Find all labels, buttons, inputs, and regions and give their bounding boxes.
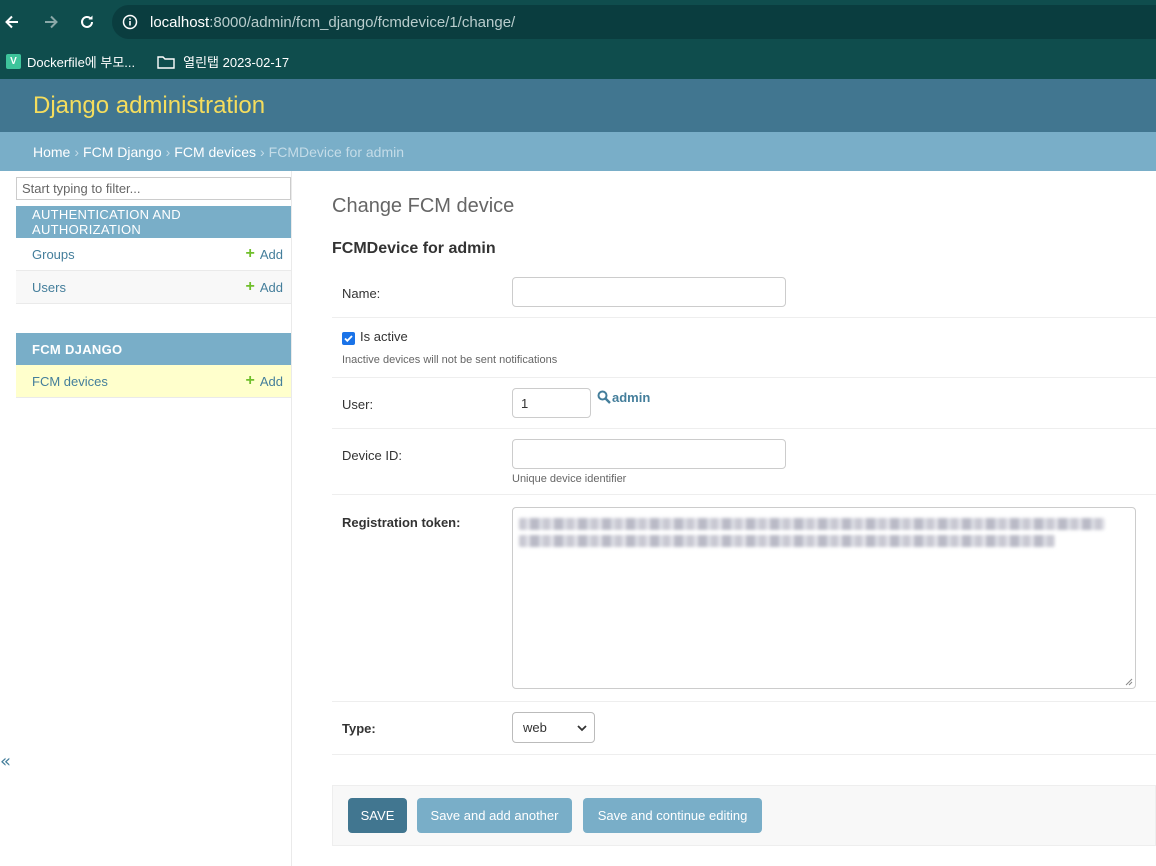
is-active-label[interactable]: Is active bbox=[360, 329, 408, 344]
breadcrumb: Home › FCM Django › FCM devices › FCMDev… bbox=[0, 132, 1156, 171]
name-label: Name: bbox=[342, 286, 381, 301]
bookmark-label: Dockerfile에 부모... bbox=[27, 55, 136, 70]
reload-button[interactable] bbox=[69, 4, 105, 40]
model-link-users[interactable]: Users bbox=[32, 280, 66, 295]
user-id-field[interactable] bbox=[512, 388, 591, 418]
add-users-button[interactable]: + Add bbox=[246, 279, 283, 295]
module-fcm-django: FCM DJANGO FCM devices + Add bbox=[16, 333, 291, 398]
arrow-right-icon bbox=[45, 15, 58, 29]
v-site-icon: V bbox=[6, 54, 21, 69]
arrow-left-icon bbox=[5, 15, 18, 29]
module-auth: AUTHENTICATION AND AUTHORIZATION Groups … bbox=[16, 206, 291, 304]
form-row-user: User: admin bbox=[332, 378, 1156, 429]
page-title: Change FCM device bbox=[332, 195, 515, 217]
breadcrumb-separator: › bbox=[74, 143, 80, 160]
sidebar-filter-input[interactable] bbox=[16, 177, 291, 200]
form-row-is-active: Is active Inactive devices will not be s… bbox=[332, 318, 1156, 378]
url-path: :8000/admin/fcm_django/fcmdevice/1/chang… bbox=[209, 13, 516, 31]
sidebar-item-users: Users + Add bbox=[16, 271, 291, 304]
plus-icon: + bbox=[245, 245, 255, 262]
add-fcm-device-button[interactable]: + Add bbox=[246, 373, 283, 389]
breadcrumb-home[interactable]: Home bbox=[33, 144, 70, 160]
user-lookup-name: admin bbox=[612, 390, 651, 405]
site-brand[interactable]: Django administration bbox=[33, 92, 265, 120]
form-row-device-id: Device ID: Unique device identifier bbox=[332, 429, 1156, 495]
add-label: Add bbox=[259, 279, 283, 295]
is-active-checkbox[interactable] bbox=[342, 332, 355, 345]
breadcrumb-app[interactable]: FCM Django bbox=[83, 144, 162, 160]
user-label: User: bbox=[342, 397, 374, 412]
add-label: Add bbox=[259, 246, 283, 262]
bookmark-item[interactable]: V Dockerfile에 부모... bbox=[0, 49, 141, 75]
back-button[interactable] bbox=[0, 4, 30, 40]
breadcrumb-model[interactable]: FCM devices bbox=[174, 144, 256, 160]
browser-toolbar: localhost:8000/admin/fcm_django/fcmdevic… bbox=[0, 0, 1156, 44]
save-button[interactable]: SAVE bbox=[348, 798, 407, 833]
redacted-token-line bbox=[519, 518, 1105, 530]
breadcrumb-separator: › bbox=[259, 143, 265, 160]
type-label: Type: bbox=[342, 721, 376, 736]
add-label: Add bbox=[259, 373, 283, 389]
folder-icon bbox=[157, 55, 175, 69]
breadcrumb-separator: › bbox=[165, 143, 171, 160]
name-field[interactable] bbox=[512, 277, 786, 307]
bookmarks-bar: V Dockerfile에 부모... 열린탭 2023-02-17 bbox=[0, 44, 1156, 79]
chevron-down-icon bbox=[577, 725, 587, 732]
sidebar-item-fcm-devices: FCM devices + Add bbox=[16, 365, 291, 398]
nav-sidebar: AUTHENTICATION AND AUTHORIZATION Groups … bbox=[0, 171, 292, 866]
submit-row: SAVE Save and add another Save and conti… bbox=[332, 785, 1156, 846]
plus-icon: + bbox=[245, 278, 255, 295]
device-id-field[interactable] bbox=[512, 439, 786, 469]
plus-icon: + bbox=[245, 372, 255, 389]
address-bar[interactable]: localhost:8000/admin/fcm_django/fcmdevic… bbox=[112, 5, 1156, 39]
save-and-add-another-button[interactable]: Save and add another bbox=[417, 798, 572, 833]
registration-token-label: Registration token: bbox=[342, 515, 461, 530]
object-title: FCMDevice for admin bbox=[332, 240, 496, 257]
is-active-help: Inactive devices will not be sent notifi… bbox=[342, 354, 558, 366]
module-caption[interactable]: FCM DJANGO bbox=[16, 333, 291, 365]
model-link-fcm-devices[interactable]: FCM devices bbox=[32, 374, 108, 389]
registration-token-textarea[interactable] bbox=[512, 507, 1136, 689]
save-and-continue-button[interactable]: Save and continue editing bbox=[583, 798, 762, 833]
form-row-name: Name: bbox=[332, 266, 1156, 318]
site-info-icon[interactable] bbox=[120, 12, 140, 32]
device-id-help: Unique device identifier bbox=[512, 473, 627, 485]
redacted-token-line bbox=[519, 535, 1055, 547]
site-header: Django administration bbox=[0, 79, 1156, 132]
bookmark-folder-label: 열린탭 2023-02-17 bbox=[183, 55, 290, 70]
forward-button[interactable] bbox=[33, 4, 69, 40]
url-host: localhost bbox=[150, 13, 210, 31]
search-icon[interactable] bbox=[597, 390, 611, 404]
device-id-label: Device ID: bbox=[342, 448, 402, 463]
type-select[interactable]: web bbox=[512, 712, 595, 743]
form-row-type: Type: web bbox=[332, 702, 1156, 755]
form-row-registration-token: Registration token: bbox=[332, 501, 1156, 702]
add-groups-button[interactable]: + Add bbox=[246, 246, 283, 262]
checkmark-icon bbox=[344, 335, 353, 343]
reload-icon bbox=[81, 15, 93, 28]
module-caption[interactable]: AUTHENTICATION AND AUTHORIZATION bbox=[16, 206, 291, 238]
sidebar-item-groups: Groups + Add bbox=[16, 238, 291, 271]
breadcrumb-current: FCMDevice for admin bbox=[268, 143, 405, 160]
bookmark-folder[interactable]: 열린탭 2023-02-17 bbox=[151, 49, 295, 75]
model-link-groups[interactable]: Groups bbox=[32, 247, 75, 262]
resize-handle-icon[interactable] bbox=[1125, 678, 1133, 686]
type-selected-value: web bbox=[523, 720, 547, 735]
sidebar-collapse-toggle[interactable]: « bbox=[0, 751, 11, 772]
